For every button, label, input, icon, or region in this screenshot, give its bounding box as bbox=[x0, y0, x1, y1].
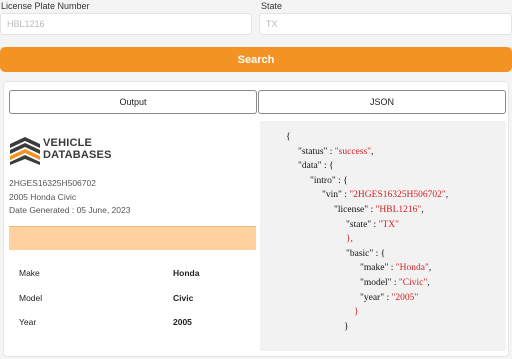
license-plate-input[interactable] bbox=[0, 13, 252, 35]
search-button[interactable]: Search bbox=[0, 47, 512, 72]
spec-value: 2005 bbox=[173, 317, 192, 327]
spec-label: Year bbox=[19, 317, 37, 327]
spec-label: Make bbox=[19, 268, 40, 278]
json-line: "model" : "Civic", bbox=[360, 278, 430, 288]
json-view bbox=[260, 121, 506, 351]
json-line: "data" : { bbox=[298, 161, 334, 172]
vin-text: 2HGES16325H506702 bbox=[9, 178, 96, 188]
json-line: }, bbox=[346, 234, 353, 245]
brand-line-1: VEHICLE bbox=[43, 137, 93, 149]
json-line: { bbox=[286, 132, 291, 142]
brand-line-2: DATABASES bbox=[43, 149, 112, 161]
tab-json[interactable]: JSON bbox=[258, 90, 506, 114]
json-line: "intro" : { bbox=[310, 175, 348, 186]
vehicle-text: 2005 Honda Civic bbox=[9, 192, 77, 202]
json-line: "make" : "Honda", bbox=[360, 263, 432, 274]
tab-output[interactable]: Output bbox=[9, 90, 257, 114]
spec-value: Honda bbox=[173, 268, 200, 278]
spec-value: Civic bbox=[173, 293, 194, 303]
json-line: "basic" : { bbox=[346, 248, 386, 259]
state-input[interactable] bbox=[259, 13, 512, 35]
json-line: } bbox=[344, 321, 349, 332]
json-line: } bbox=[354, 307, 359, 318]
json-line: "status" : "success", bbox=[298, 146, 374, 157]
json-line: "license" : "HBL1216", bbox=[334, 205, 424, 215]
date-generated-text: Date Generated : 05 June, 2023 bbox=[9, 205, 131, 215]
brand-name: VEHICLE DATABASES bbox=[43, 137, 112, 161]
highlight-bar bbox=[9, 226, 256, 250]
license-plate-label: License Plate Number bbox=[1, 1, 90, 11]
json-line: "state" : "TX" bbox=[346, 219, 399, 230]
json-line: "vin" : "2HGES16325H506702", bbox=[322, 190, 449, 201]
spec-label: Model bbox=[19, 293, 43, 303]
json-line: "year" : "2005" bbox=[360, 292, 419, 303]
state-label: State bbox=[261, 1, 283, 11]
logo-mark-icon bbox=[10, 137, 40, 165]
